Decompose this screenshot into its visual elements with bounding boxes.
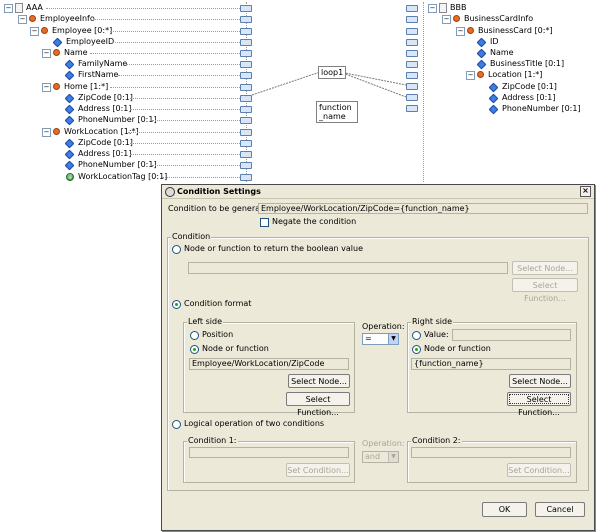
left-select-function-button[interactable]: Select Function... <box>286 392 350 417</box>
right-select-function-button[interactable]: Select Function... <box>507 392 571 417</box>
left-position-label: Position <box>202 330 234 339</box>
button-label: Select Function... <box>518 395 560 417</box>
collapse-icon[interactable]: − <box>466 71 475 80</box>
condition-group-title: Condition <box>171 232 212 241</box>
right-side-field[interactable]: {function_name} <box>411 358 571 370</box>
button-label: Select Node... <box>512 377 568 386</box>
button-label: Select Node... <box>517 264 573 273</box>
right-tree-separator <box>423 2 424 182</box>
condition-settings-dialog: Condition Settings × Condition to be gen… <box>161 184 595 531</box>
collapse-icon[interactable]: − <box>442 15 451 24</box>
right-value-label: Value: <box>424 330 449 339</box>
close-button[interactable]: × <box>580 186 591 197</box>
radio-logical-operation-label: Logical operation of two conditions <box>184 419 325 428</box>
button-label: Select Function... <box>524 281 566 303</box>
logical-operation-select[interactable]: and ▼ <box>362 451 399 463</box>
right-node-function-label: Node or function <box>424 344 491 353</box>
button-label: Set Condition... <box>508 466 570 475</box>
button-label: Cancel <box>546 505 574 514</box>
tree-node-label: BusinessTitle [0:1] <box>490 59 565 68</box>
mapping-port[interactable] <box>406 72 418 79</box>
left-select-node-button[interactable]: Select Node... <box>288 374 350 388</box>
operation-select[interactable]: = ▼ <box>362 333 399 345</box>
right-value-radio[interactable] <box>412 331 421 340</box>
tree-node-label: Address [0:1] <box>502 93 556 102</box>
right-value-field[interactable] <box>452 329 571 341</box>
left-position-radio[interactable] <box>190 331 199 340</box>
boolean-select-function-button[interactable]: Select Function... <box>512 278 578 303</box>
radio-logical-operation[interactable] <box>172 420 181 429</box>
mapping-port[interactable] <box>406 28 418 35</box>
mapping-port[interactable] <box>406 39 418 46</box>
loop-box[interactable]: loop1 <box>318 66 347 79</box>
boolean-node-field[interactable] <box>188 262 508 274</box>
mapping-port[interactable] <box>406 83 418 90</box>
function-box[interactable]: function_name <box>316 101 358 123</box>
left-side-value: Employee/WorkLocation/ZipCode <box>192 359 325 368</box>
left-node-function-radio[interactable] <box>190 345 199 354</box>
button-label: OK <box>498 505 511 514</box>
chevron-down-icon: ▼ <box>388 334 398 344</box>
tree-node-label: ID <box>490 37 499 46</box>
logical-operation-value: and <box>365 452 381 461</box>
radio-boolean[interactable] <box>172 245 181 254</box>
condition1-field[interactable] <box>189 447 349 458</box>
element-icon <box>477 71 484 78</box>
dialog-titlebar[interactable]: Condition Settings × <box>162 185 594 199</box>
mapping-port[interactable] <box>406 16 418 23</box>
element-icon <box>467 27 474 34</box>
right-node-function-radio[interactable] <box>412 345 421 354</box>
tree-node-label: BusinessCard [0:*] <box>478 26 553 35</box>
left-side-title: Left side <box>187 317 223 326</box>
button-label: Set Condition... <box>287 466 349 475</box>
tree-node-label: ZipCode [0:1] <box>502 82 557 91</box>
function-label: function_name <box>319 103 352 121</box>
condition2-field[interactable] <box>411 447 571 458</box>
tree-node-label: Location [1:*] <box>488 70 543 79</box>
collapse-icon[interactable]: − <box>428 4 437 13</box>
radio-condition-format-label: Condition format <box>184 299 252 308</box>
tree-node-label: BusinessCardInfo <box>464 14 534 23</box>
dialog-title: Condition Settings <box>177 187 261 196</box>
cancel-button[interactable]: Cancel <box>535 502 585 517</box>
condition2-title: Condition 2: <box>411 436 462 446</box>
right-side-value: {function_name} <box>414 359 484 368</box>
right-select-node-button[interactable]: Select Node... <box>509 374 571 388</box>
boolean-select-node-button[interactable]: Select Node... <box>512 261 578 275</box>
mapping-port[interactable] <box>406 50 418 57</box>
button-label: Select Function... <box>297 395 339 417</box>
tree-node-label: Name <box>490 48 514 57</box>
mapping-port[interactable] <box>406 94 418 101</box>
chevron-down-icon: ▼ <box>388 452 398 462</box>
loop-label: loop1 <box>321 68 344 77</box>
tree-node-label: BBB <box>450 3 467 12</box>
logical-operation-label: Operation: <box>362 439 405 448</box>
condition2-set-button[interactable]: Set Condition... <box>507 463 571 477</box>
condition-to-generate-value: Employee/WorkLocation/ZipCode={function_… <box>261 204 470 213</box>
condition1-set-button[interactable]: Set Condition... <box>286 463 350 477</box>
negate-checkbox[interactable] <box>260 218 269 227</box>
condition1-title: Condition 1: <box>187 436 238 446</box>
mapping-port[interactable] <box>406 5 418 12</box>
right-side-title: Right side <box>411 317 453 326</box>
document-icon <box>439 3 447 13</box>
operation-label: Operation: <box>362 322 405 331</box>
radio-boolean-label: Node or function to return the boolean v… <box>184 244 363 253</box>
left-side-field[interactable]: Employee/WorkLocation/ZipCode <box>189 358 349 370</box>
condition-to-generate-field: Employee/WorkLocation/ZipCode={function_… <box>258 203 588 214</box>
app-icon <box>165 187 175 197</box>
mapping-port[interactable] <box>406 105 418 112</box>
button-label: Select Node... <box>291 377 347 386</box>
radio-condition-format[interactable] <box>172 300 181 309</box>
collapse-icon[interactable]: − <box>456 27 465 36</box>
operation-value: = <box>365 334 372 343</box>
negate-label: Negate the condition <box>272 217 357 226</box>
mapping-port[interactable] <box>406 61 418 68</box>
close-icon: × <box>582 186 589 195</box>
element-icon <box>453 15 460 22</box>
tree-node-label: PhoneNumber [0:1] <box>502 104 581 113</box>
ok-button[interactable]: OK <box>482 502 527 517</box>
left-node-function-label: Node or function <box>202 344 269 353</box>
